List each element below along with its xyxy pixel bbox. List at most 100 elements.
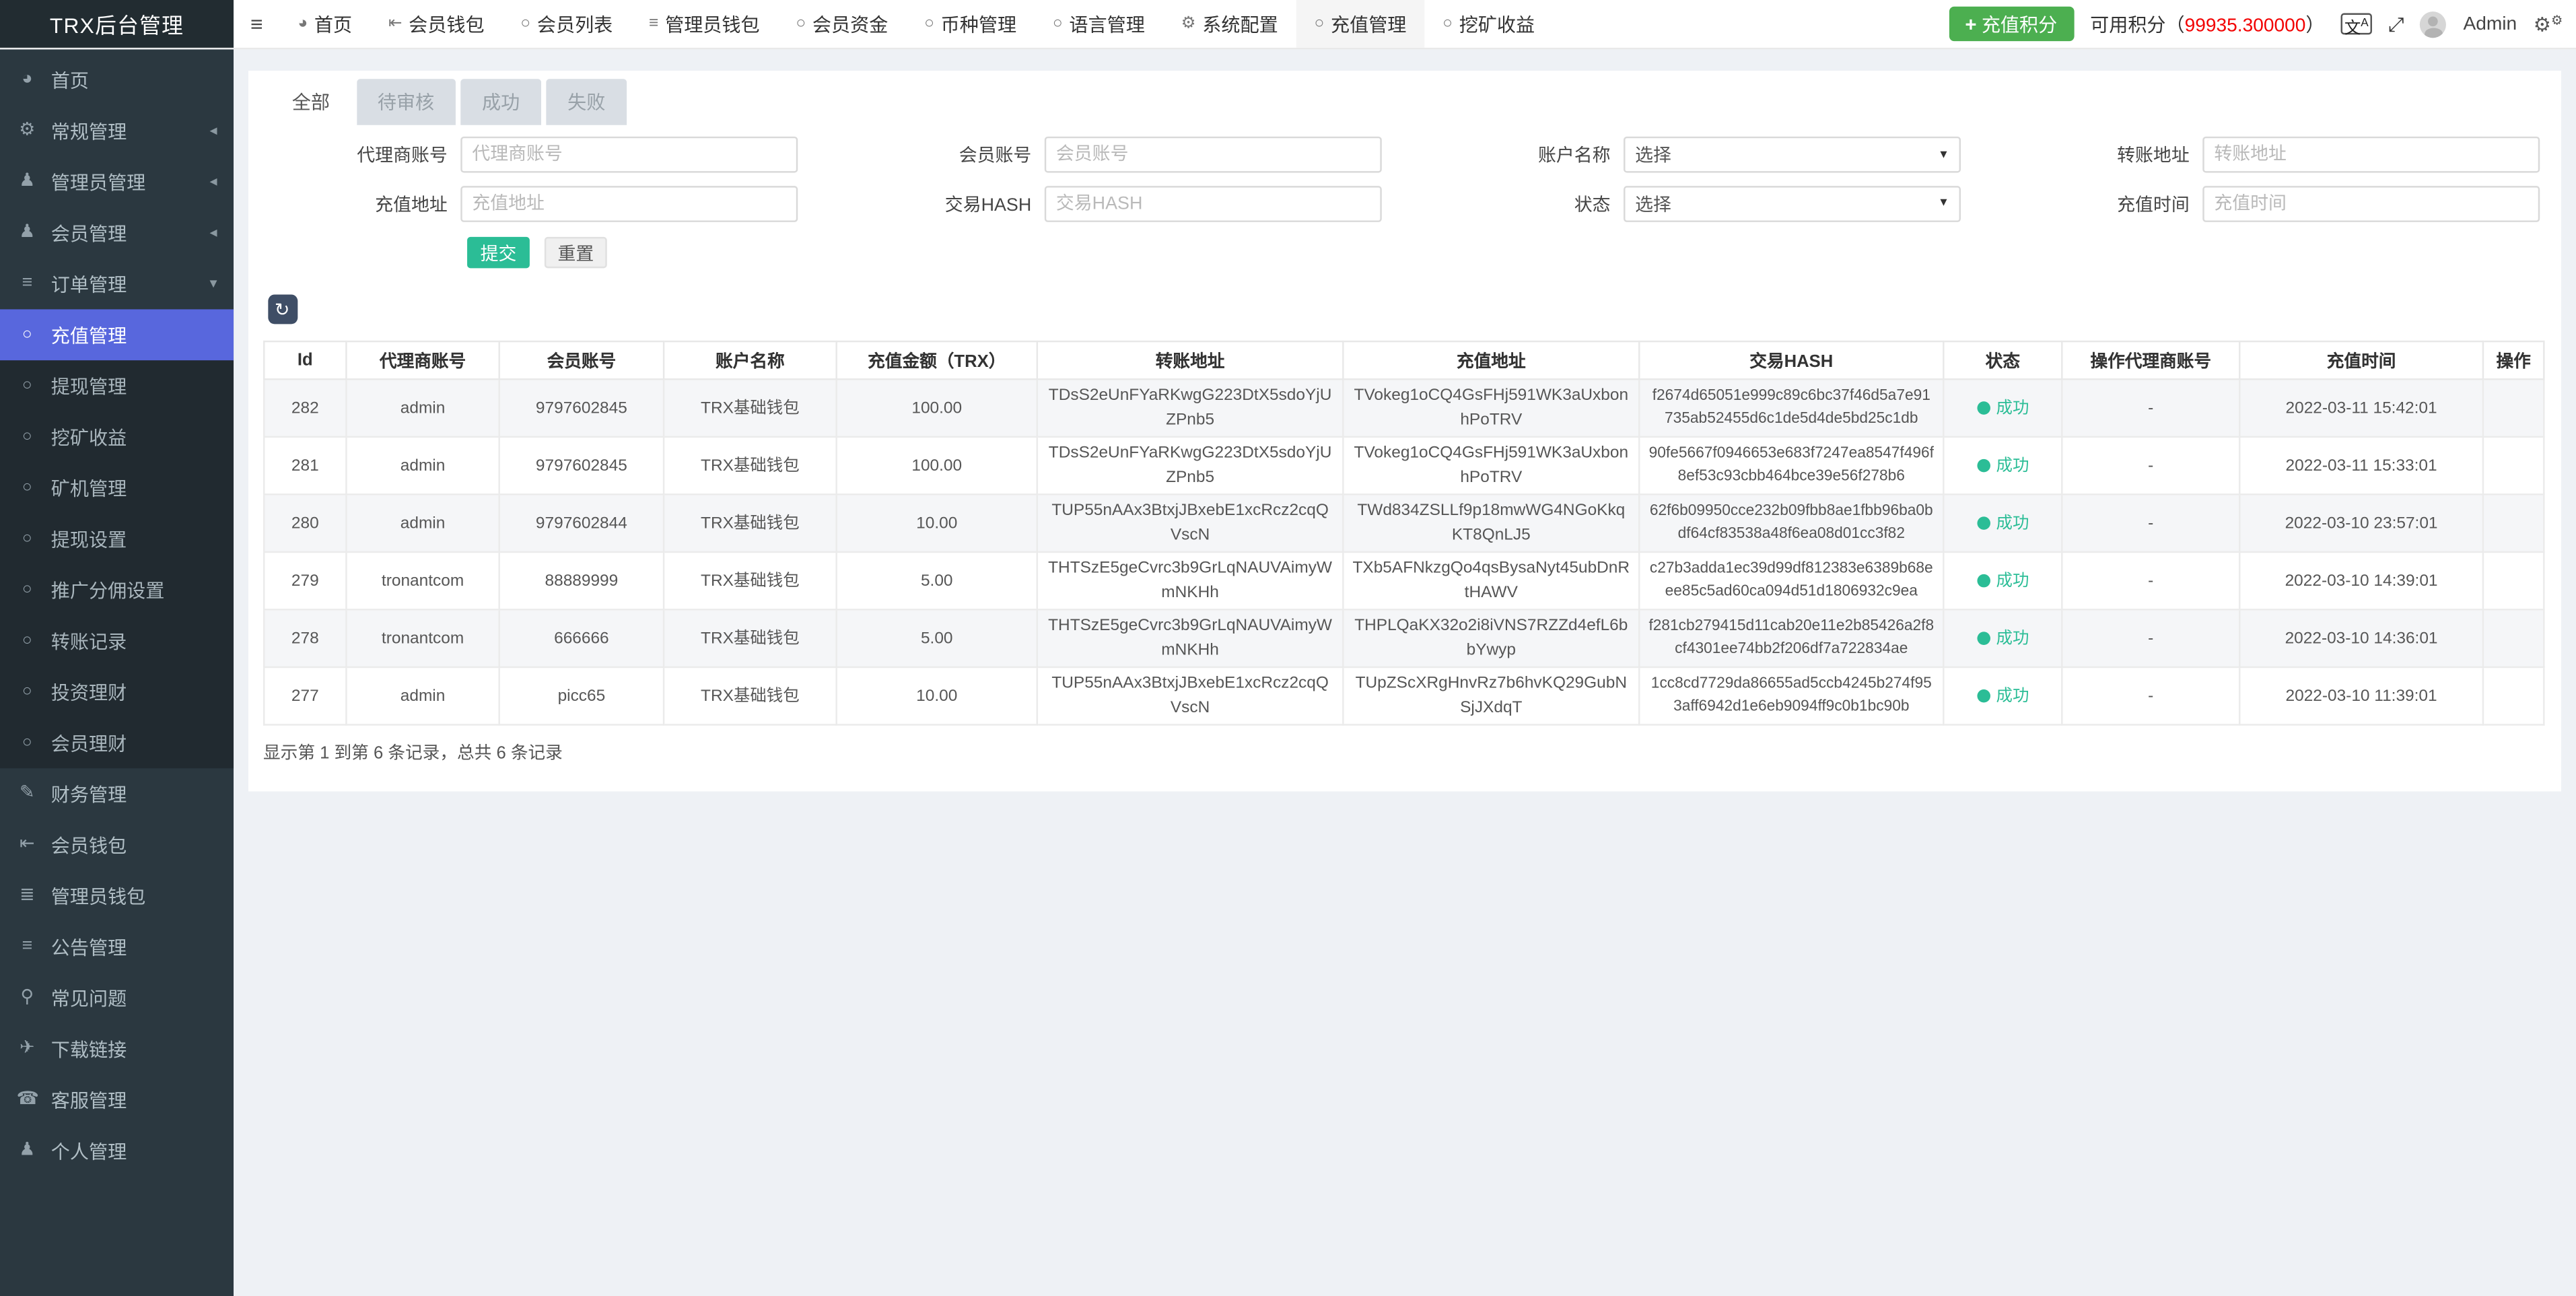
sidebar-subitem-转账记录[interactable]: ○转账记录 — [0, 615, 234, 667]
sidebar-label: 常规管理 — [51, 118, 127, 144]
filter-select-账户名称[interactable]: 选择▼ — [1624, 137, 1961, 173]
sidebar-sublabel: 提现设置 — [51, 526, 127, 552]
topnav-item-系统配置[interactable]: ⚙系统配置 — [1163, 0, 1296, 48]
sidebar-sublabel: 投资理财 — [51, 679, 127, 705]
sidebar-item-公告管理[interactable]: ≡公告管理 — [0, 922, 234, 973]
circle-icon: ○ — [16, 479, 38, 496]
sidebar-subitem-提现设置[interactable]: ○提现设置 — [0, 513, 234, 564]
sidebar-subitem-充值管理[interactable]: ○充值管理 — [0, 309, 234, 360]
status-text: 成功 — [1996, 687, 2029, 705]
cell-tx-hash: f281cb279415d11cab20e11e2b85426a2f8cf430… — [1639, 609, 1943, 667]
sidebar-item-下载链接[interactable]: ✈下载链接 — [0, 1023, 234, 1075]
add-points-button[interactable]: + 充值积分 — [1949, 7, 2074, 41]
cell-member: 9797602844 — [499, 494, 664, 552]
status-badge: 成功 — [1976, 629, 2029, 648]
cell-member: picc65 — [499, 667, 664, 725]
filter-input-会员账号[interactable] — [1045, 137, 1382, 173]
users-icon: ♟ — [16, 173, 38, 191]
filter-input-充值地址[interactable] — [460, 185, 798, 221]
sidebar-item-常见问题[interactable]: ⚲常见问题 — [0, 972, 234, 1023]
cell-agent: admin — [346, 667, 499, 725]
cell-tx-hash: 1cc8cd7729da86655ad5ccb4245b274f953aff69… — [1639, 667, 1943, 725]
circle-icon: ○ — [16, 429, 38, 445]
select-value: 选择 — [1635, 141, 1671, 168]
sidebar-item-客服管理[interactable]: ☎客服管理 — [0, 1075, 234, 1126]
table-row: 282admin9797602845TRX基础钱包100.00TDsS2eUnF… — [264, 379, 2544, 437]
status-text: 成功 — [1996, 514, 2029, 533]
filter-actions: 提交 重置 — [467, 237, 607, 268]
topnav-item-首页[interactable]: ◕首页 — [279, 0, 370, 48]
gear-icon: ⚙ — [1181, 15, 1196, 32]
sidebar-subitem-矿机管理[interactable]: ○矿机管理 — [0, 463, 234, 514]
circle-icon: ○ — [1314, 15, 1324, 32]
cell-recharge-address: TVokeg1oCQ4GsFHj591WK3aUxbonhPoTRV — [1343, 437, 1639, 495]
sidebar-sublabel: 充值管理 — [51, 322, 127, 348]
sidebar-item-个人管理[interactable]: ♟个人管理 — [0, 1126, 234, 1177]
sidebar-toggle-button[interactable]: ≡ — [234, 0, 279, 48]
sidebar-item-管理员管理[interactable]: ♟管理员管理◂ — [0, 156, 234, 207]
sidebar-item-首页[interactable]: ◕首页 — [0, 55, 234, 106]
tab-全部[interactable]: 全部 — [271, 78, 351, 124]
filter-input-代理商账号[interactable] — [460, 137, 798, 173]
topnav-item-语言管理[interactable]: ○语言管理 — [1035, 0, 1163, 48]
refresh-button[interactable]: ↻ — [267, 294, 297, 324]
sidebar-item-会员管理[interactable]: ♟会员管理◂ — [0, 207, 234, 259]
filter-input-转账地址[interactable] — [2202, 137, 2540, 173]
column-header-会员账号: 会员账号 — [499, 341, 664, 379]
sidebar-subitem-推广分佣设置[interactable]: ○推广分佣设置 — [0, 564, 234, 615]
circle-icon: ○ — [16, 378, 38, 394]
user-name[interactable]: Admin — [2463, 14, 2517, 34]
circle-icon: ○ — [16, 582, 38, 598]
settings-gears-icon[interactable]: ⚙⚙ — [2534, 12, 2563, 35]
translate-icon[interactable]: 文A — [2341, 13, 2372, 35]
topnav-item-挖矿收益[interactable]: ○挖矿收益 — [1424, 0, 1553, 48]
filter-input-充值时间[interactable] — [2202, 185, 2540, 221]
cell-op-agent: - — [2062, 552, 2239, 610]
cell-tx-hash: f2674d65051e999c89c6bc37f46d5a7e91735ab5… — [1639, 379, 1943, 437]
reset-button[interactable]: 重置 — [545, 237, 607, 268]
topnav-item-币种管理[interactable]: ○币种管理 — [906, 0, 1035, 48]
filter-input-交易HASH[interactable] — [1045, 185, 1382, 221]
wallet-icon: ⇤ — [16, 835, 38, 854]
status-text: 成功 — [1996, 629, 2029, 648]
filter-form: 代理商账号会员账号账户名称选择▼转账地址充值地址交易HASH状态选择▼充值时间 — [263, 137, 2540, 221]
sidebar-item-常规管理[interactable]: ⚙常规管理◂ — [0, 105, 234, 156]
topnav-item-会员列表[interactable]: ○会员列表 — [502, 0, 631, 48]
chevron-left-icon: ◂ — [210, 173, 217, 191]
filter-select-状态[interactable]: 选择▼ — [1624, 185, 1961, 221]
sidebar-subitem-挖矿收益[interactable]: ○ 挖矿收益 — [0, 411, 234, 463]
column-header-交易HASH: 交易HASH — [1639, 341, 1943, 379]
sidebar-item-管理员钱包[interactable]: ≣管理员钱包 — [0, 871, 234, 922]
cell-transfer-address: TDsS2eUnFYaRKwgG223DtX5sdoYjUZPnb5 — [1037, 437, 1344, 495]
table-row: 281admin9797602845TRX基础钱包100.00TDsS2eUnF… — [264, 437, 2544, 495]
sidebar-item-财务管理[interactable]: ✎财务管理 — [0, 768, 234, 819]
tab-失败[interactable]: 失败 — [546, 78, 627, 124]
topnav-item-管理员钱包[interactable]: ≡管理员钱包 — [631, 0, 777, 48]
column-header-充值金额（TRX）: 充值金额（TRX） — [837, 341, 1037, 379]
fullscreen-icon[interactable]: ⤢ — [2388, 14, 2404, 34]
dashboard-icon: ◕ — [298, 15, 308, 32]
tab-成功[interactable]: 成功 — [460, 78, 541, 124]
sidebar-item-会员钱包[interactable]: ⇤会员钱包 — [0, 819, 234, 871]
topnav-item-会员钱包[interactable]: ⇤会员钱包 — [370, 0, 502, 48]
topnav-item-充值管理[interactable]: ○充值管理 — [1296, 0, 1425, 48]
sidebar-sublabel: 挖矿收益 — [51, 423, 127, 450]
records-table: Id代理商账号会员账号账户名称充值金额（TRX）转账地址充值地址交易HASH状态… — [263, 341, 2545, 726]
cell-transfer-address: THTSzE5geCvrc3b9GrLqNAUVAimyWmNKHh — [1037, 609, 1344, 667]
submit-button[interactable]: 提交 — [467, 237, 530, 268]
cell-agent: tronantcom — [346, 552, 499, 610]
sidebar-subitem-提现管理[interactable]: ○提现管理 — [0, 360, 234, 411]
sidebar-subitem-投资理财[interactable]: ○投资理财 — [0, 667, 234, 718]
sidebar-label: 下载链接 — [51, 1035, 127, 1062]
cell-account: TRX基础钱包 — [664, 667, 837, 725]
sidebar-item-订单管理[interactable]: ≡订单管理▾ — [0, 259, 234, 310]
avatar[interactable] — [2421, 11, 2447, 37]
tab-待审核[interactable]: 待审核 — [356, 78, 456, 124]
topnav-item-会员资金[interactable]: ○会员资金 — [777, 0, 906, 48]
cell-status: 成功 — [1943, 379, 2062, 437]
filter-label-充值地址: 充值地址 — [263, 190, 448, 216]
cell-time: 2022-03-10 23:57:01 — [2239, 494, 2483, 552]
sidebar-subitem-会员理财[interactable]: ○会员理财 — [0, 717, 234, 768]
cell-action — [2483, 379, 2544, 437]
chevron-down-icon: ▾ — [210, 275, 217, 293]
